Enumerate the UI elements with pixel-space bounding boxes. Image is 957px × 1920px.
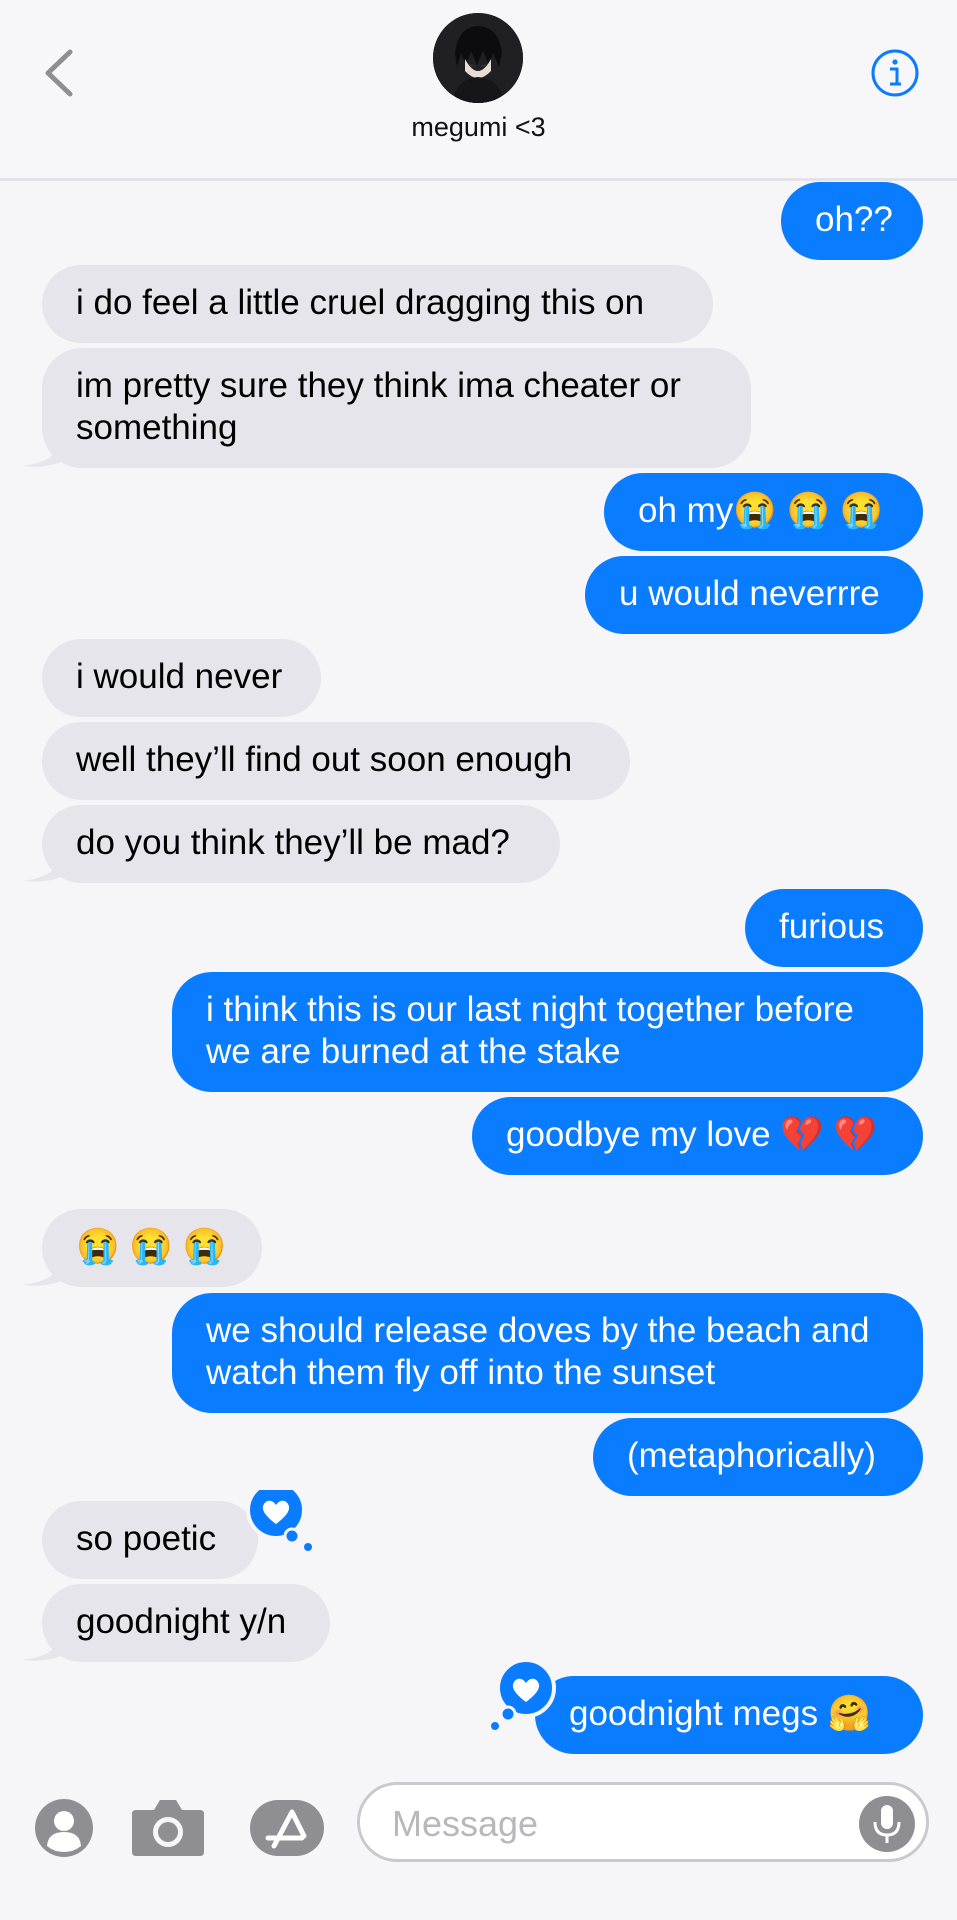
bubble-tail (22, 1251, 72, 1286)
conversation-header: megumi <3 (0, 0, 957, 181)
message-input[interactable]: Message (357, 1782, 929, 1862)
message-bubble-incoming[interactable]: 😭 😭 😭 (42, 1209, 262, 1287)
bubble-tail (22, 1626, 72, 1661)
heart-icon[interactable] (484, 1660, 560, 1734)
message-bubble-incoming[interactable]: im pretty sure they think ima cheater or… (42, 348, 751, 468)
message-bubble-incoming[interactable]: so poetic (42, 1501, 258, 1579)
chevron-left-icon[interactable] (40, 48, 76, 98)
message-bubble-outgoing[interactable]: furious (745, 889, 923, 967)
info-icon[interactable] (870, 48, 920, 98)
avatar[interactable] (433, 13, 523, 103)
contact-name[interactable]: megumi <3 (0, 112, 957, 143)
message-bubble-incoming[interactable]: i do feel a little cruel dragging this o… (42, 265, 713, 343)
message-bubble-incoming[interactable]: goodnight y/n (42, 1584, 330, 1662)
camera-icon[interactable] (130, 1796, 206, 1858)
person-icon[interactable] (34, 1798, 94, 1858)
message-bubble-outgoing[interactable]: goodbye my love 💔 💔 (472, 1097, 923, 1175)
message-bubble-incoming[interactable]: do you think they’ll be mad? (42, 805, 560, 883)
app-store-icon[interactable] (248, 1798, 328, 1858)
composer-toolbar: Message (0, 1760, 957, 1920)
message-bubble-outgoing[interactable]: we should release doves by the beach and… (172, 1293, 923, 1413)
message-bubble-outgoing[interactable]: goodnight megs 🤗 (535, 1676, 923, 1754)
message-bubble-incoming[interactable]: well they’ll find out soon enough (42, 722, 630, 800)
bubble-tail (22, 847, 72, 882)
message-bubble-incoming[interactable]: i would never (42, 639, 321, 717)
message-bubble-outgoing[interactable]: oh my😭 😭 😭 (604, 473, 923, 551)
heart-icon[interactable] (240, 1490, 316, 1552)
message-bubble-outgoing[interactable]: oh?? (781, 182, 923, 260)
avatar-image (433, 13, 523, 103)
message-bubble-outgoing[interactable]: (metaphorically) (593, 1418, 923, 1496)
message-bubble-outgoing[interactable]: u would neverrre (585, 556, 923, 634)
microphone-icon[interactable] (858, 1795, 916, 1853)
message-placeholder: Message (392, 1803, 539, 1844)
bubble-tail (22, 432, 72, 467)
message-bubble-outgoing[interactable]: i think this is our last night together … (172, 972, 923, 1092)
